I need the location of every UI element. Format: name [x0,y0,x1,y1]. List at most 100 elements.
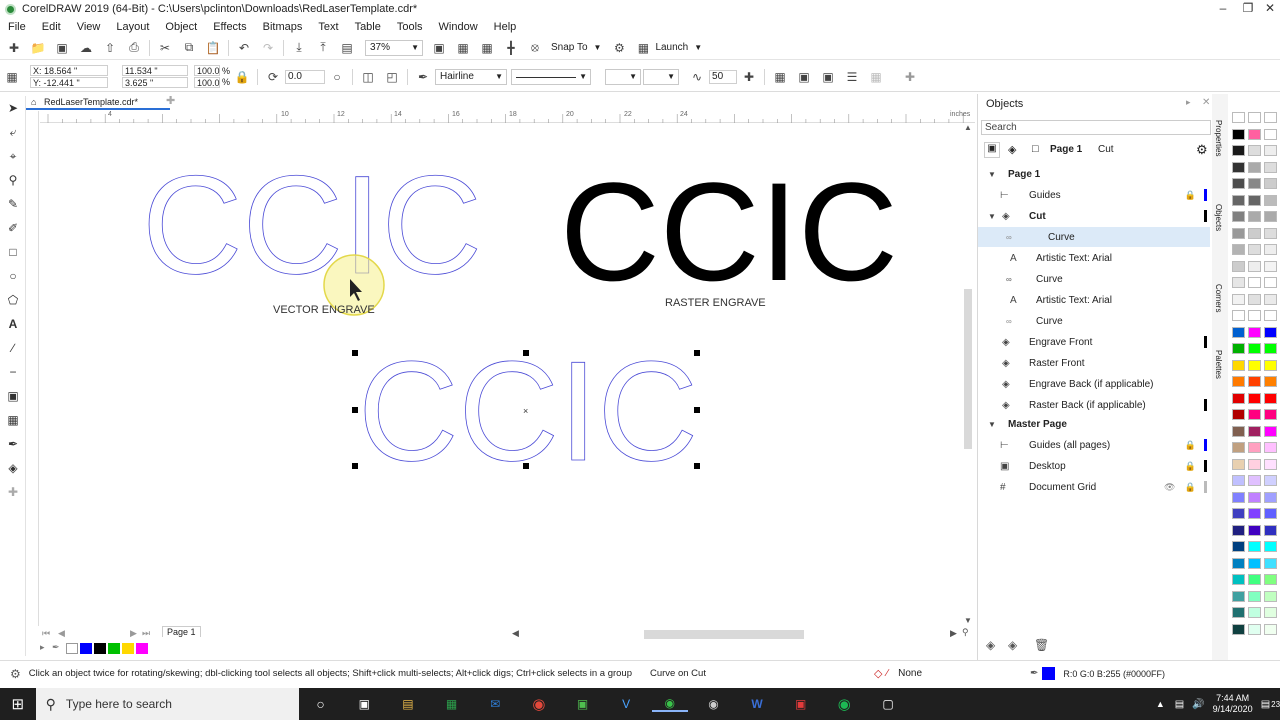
connector-tool-icon[interactable]: − [0,360,26,384]
chrome-icon[interactable]: ◉ [521,696,557,713]
close-docker-icon[interactable]: ✕ [1202,97,1210,108]
palette-swatch[interactable] [1264,112,1277,123]
tree-row-cut[interactable]: ▼ ◈ Cut [978,206,1210,226]
first-page-icon[interactable]: ⏮ [42,628,50,639]
delete-icon[interactable]: 🗑 [1034,638,1049,652]
palette-swatch[interactable] [1248,458,1261,470]
app-er-icon[interactable]: ◉ [696,696,732,712]
green-swatch[interactable] [108,643,120,654]
new-layer-icon[interactable]: ◈ [986,638,995,652]
tree-row-raster-back[interactable]: ◈ Raster Back (if applicable) [978,395,1210,415]
options-gear-icon[interactable]: ⚙ [1196,142,1208,158]
tree-row-curve[interactable]: ∞ Curve [978,311,1210,331]
palette-swatch[interactable] [1248,277,1261,288]
palette-swatch[interactable] [1232,574,1245,585]
drawing-canvas[interactable]: CCIC CCIC CCIC × VECTOR ENGRAVE RASTER E… [40,123,975,628]
spotify-icon[interactable]: ◉ [827,696,863,713]
reference-point-icon[interactable]: ▦ [4,69,20,85]
show-guidelines-icon[interactable]: ╋ [503,40,519,56]
app-red-icon[interactable]: ▣ [783,696,819,712]
docker-tab-palettes[interactable]: Palettes [1214,350,1223,379]
palette-swatch[interactable] [1232,128,1245,140]
palette-swatch[interactable] [1264,623,1277,635]
palette-swatch[interactable] [1232,590,1245,602]
no-color-swatch[interactable] [66,643,78,654]
tree-row-guides[interactable]: ⊢ Guides 🔒 [978,185,1210,205]
palette-swatch[interactable] [1232,524,1245,536]
plus-icon[interactable]: ✚ [741,69,757,85]
tree-row-artistic-text[interactable]: A Artistic Text: Arial [978,248,1210,268]
palette-swatch[interactable] [1248,244,1261,255]
start-arrow-combo[interactable]: ▼ [605,68,642,85]
tree-row-artistic-text[interactable]: A Artistic Text: Arial [978,290,1210,310]
redo-icon[interactable]: ↷ [260,40,276,56]
palette-swatch[interactable] [1232,178,1245,189]
show-rulers-icon[interactable]: ▦ [455,40,471,56]
close-button[interactable]: ✕ [1259,0,1280,18]
palette-swatch[interactable] [1264,277,1277,288]
palette-swatch[interactable] [1232,458,1245,470]
palette-swatch[interactable] [1248,524,1261,536]
print-icon[interactable]: ⎙ [126,40,142,56]
scale-y-field[interactable]: 100.0 [194,77,220,88]
smoothing-field[interactable]: 50 [709,69,738,84]
end-arrow-combo[interactable]: ▼ [643,68,680,85]
open-folder-icon[interactable]: 📁 [30,40,46,56]
vector-engrave-text[interactable]: CCIC [142,146,483,304]
height-field[interactable]: 3.625 " [122,77,188,88]
menu-layout[interactable]: Layout [108,21,157,33]
lock-icon[interactable]: 🔒 [1185,482,1196,493]
document-tab[interactable]: ⌂ RedLaserTemplate.cdr* [26,94,170,110]
selection-handle[interactable] [694,350,700,356]
taskbar-search-box[interactable]: ⚲ Type here to search [35,688,299,720]
export-icon[interactable]: ⤒ [315,40,331,56]
palette-swatch[interactable] [1248,211,1261,222]
lock-ratio-icon[interactable]: 🔒 [234,69,250,85]
coreldraw-taskbar-icon[interactable]: ◉ [651,696,688,712]
palette-swatch[interactable] [1232,194,1245,206]
windows-start-icon[interactable]: ⊞ [0,695,36,713]
palette-swatch[interactable] [1248,260,1261,272]
tree-row-desktop[interactable]: ▣ Desktop 🔒 [978,456,1210,476]
palette-swatch[interactable] [1264,128,1277,140]
palette-swatch[interactable] [1248,310,1261,321]
shape-tool-icon[interactable]: ⤶ [0,120,26,144]
eyedropper-tool-icon[interactable]: ✒ [0,432,26,456]
menu-table[interactable]: Table [347,21,389,33]
palette-swatch[interactable] [1232,326,1245,338]
options-gear-icon[interactable]: ⚙ [611,40,627,56]
palette-swatch[interactable] [1232,260,1245,272]
paste-icon[interactable]: 📋 [205,40,221,56]
docker-tab-properties[interactable]: Properties [1214,120,1223,156]
wrap-text-icon[interactable]: ▦ [772,69,788,85]
visibility-eye-icon[interactable]: 👁 [1164,482,1175,493]
palette-swatch[interactable] [1264,194,1277,206]
palette-swatch[interactable] [1264,491,1277,503]
palette-swatch[interactable] [1264,211,1277,222]
to-back-icon[interactable]: ▣ [820,69,836,85]
palette-swatch[interactable] [1264,409,1277,420]
palette-swatch[interactable] [1232,409,1245,420]
palette-swatch[interactable] [1264,475,1277,486]
scroll-right-icon[interactable]: ▶ [950,628,957,639]
palette-swatch[interactable] [1248,409,1261,420]
palette-swatch[interactable] [1248,541,1261,552]
palette-swatch[interactable] [1232,475,1245,486]
menu-effects[interactable]: Effects [205,21,254,33]
zoom-tool-icon[interactable]: ⚲ [0,168,26,192]
excel-icon[interactable]: ▦ [434,696,470,712]
zoom-nav-icon[interactable]: ⚲ [962,627,969,638]
palette-swatch[interactable] [1248,112,1261,123]
new-document-icon[interactable]: ✚ [6,40,22,56]
tree-row-document-grid[interactable]: # Document Grid 👁 🔒 [978,477,1210,497]
menu-bitmaps[interactable]: Bitmaps [255,21,311,33]
file-explorer-icon[interactable]: ▤ [390,696,426,712]
palette-swatch[interactable] [1264,425,1277,437]
palette-swatch[interactable] [1248,425,1261,437]
outline-pen-icon[interactable]: ✒ [415,69,431,85]
palette-swatch[interactable] [1232,359,1245,371]
rotation-field[interactable]: 0.0 [285,69,326,84]
menu-text[interactable]: Text [310,21,346,33]
palette-swatch[interactable] [1232,442,1245,453]
palette-swatch[interactable] [1248,491,1261,503]
